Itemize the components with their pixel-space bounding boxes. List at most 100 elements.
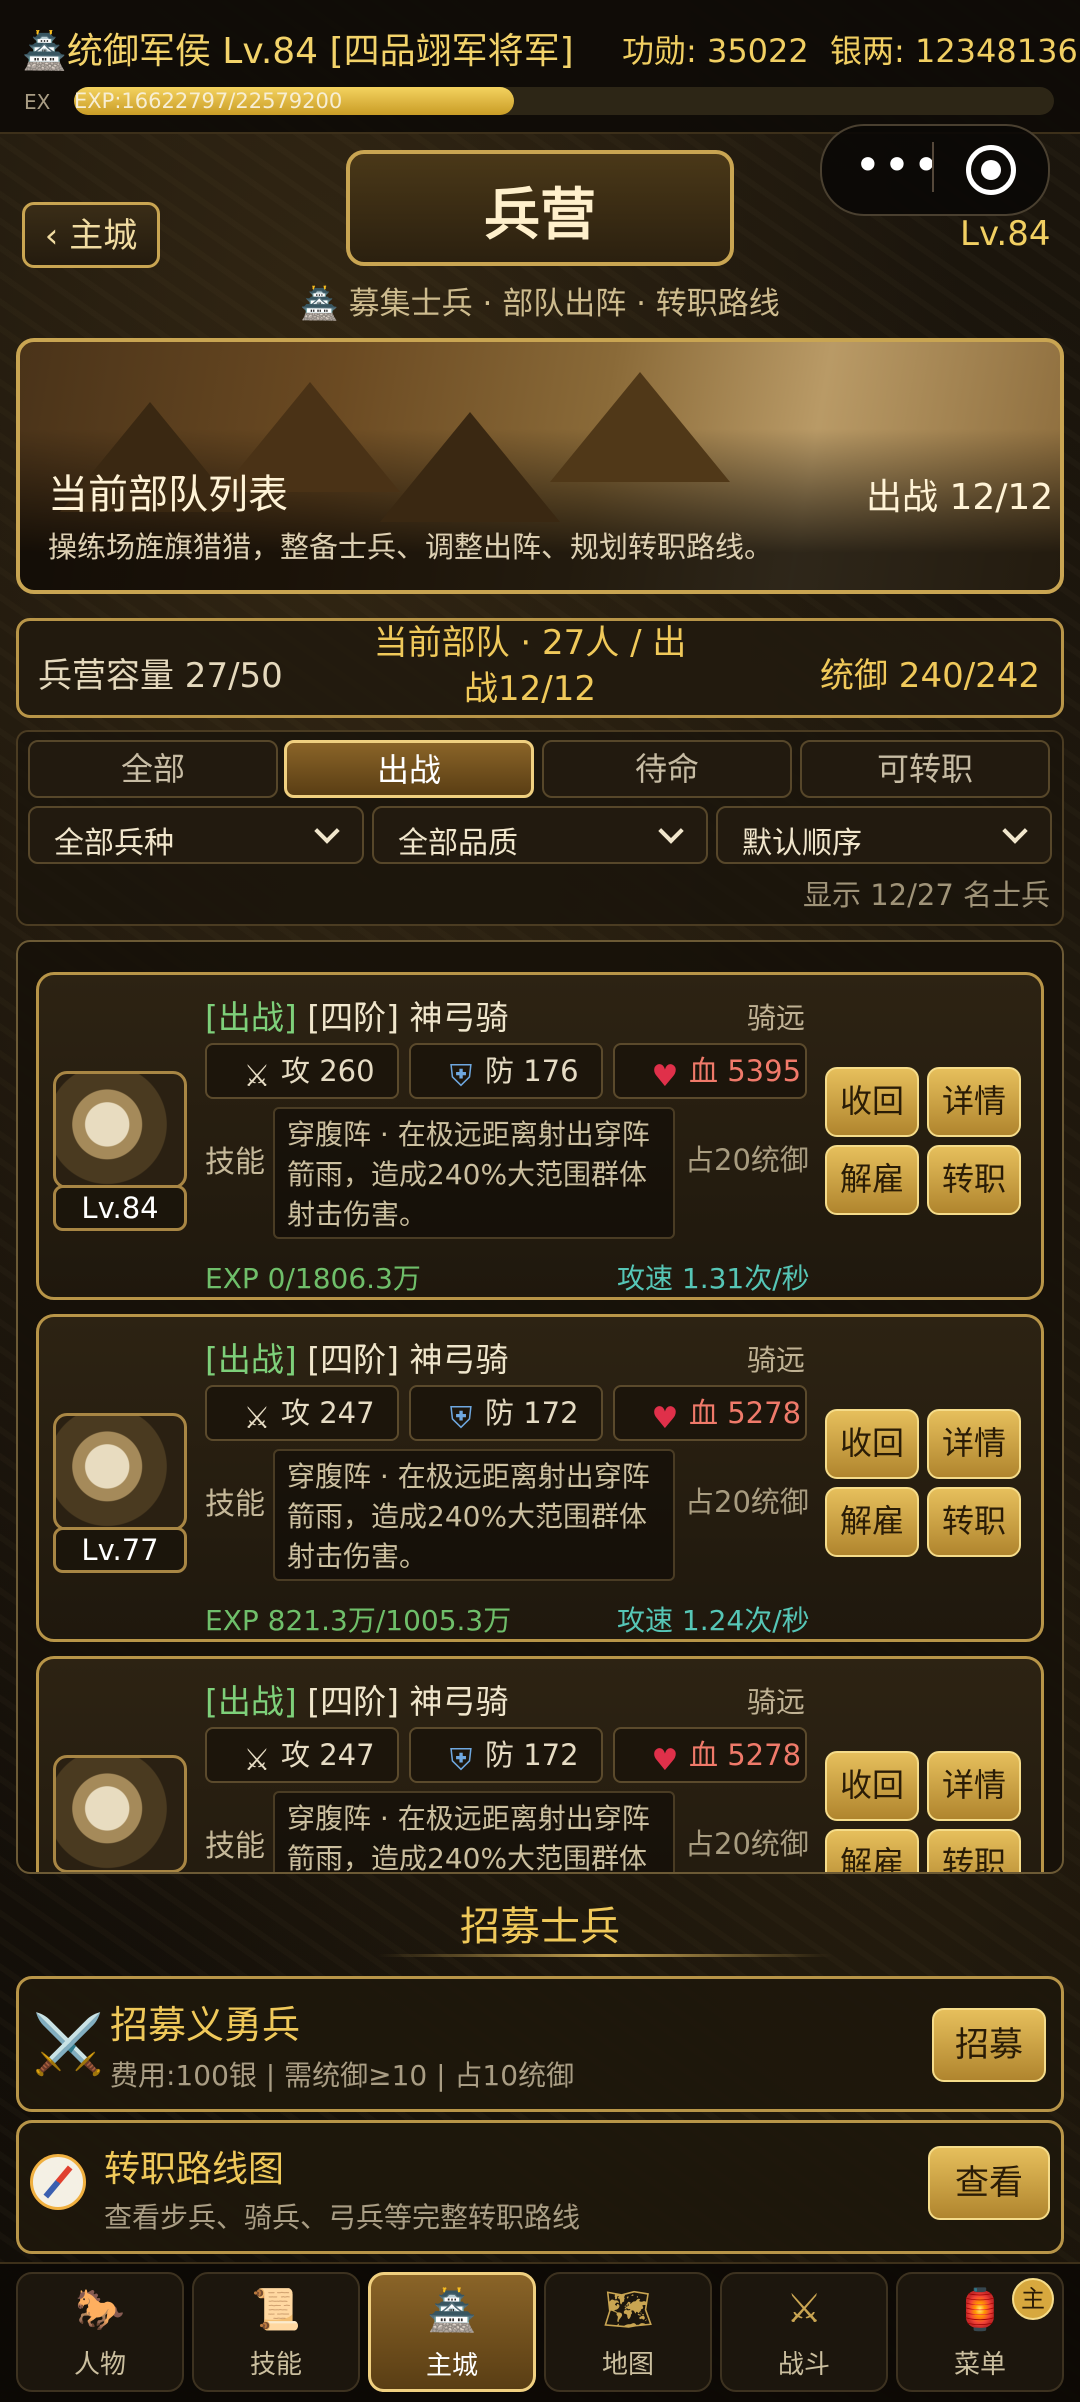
command-cost: 占20统御	[685, 1827, 809, 1861]
hp-stat: ♥ 血 5278	[613, 1727, 807, 1783]
view-path-button[interactable]: 查看	[928, 2146, 1050, 2220]
soldier-name-row: [出战] [四阶] 神弓骑	[205, 1333, 509, 1381]
soldier-card[interactable]: [出战] [四阶] 神弓骑 骑远 ⚔ 攻 247 ⛨ 防 172 ♥ 血 5278 技…	[36, 1656, 1044, 1872]
details-button[interactable]: 详情	[927, 1067, 1021, 1137]
defense-value: 防 172	[485, 1396, 579, 1430]
nav-label: 地图	[601, 2350, 654, 2380]
dismiss-button[interactable]: 解雇	[825, 1829, 919, 1872]
recall-button[interactable]: 收回	[825, 1067, 919, 1137]
attack-speed: 攻速 1.31次/秒	[617, 1262, 810, 1295]
shield-icon: ⛨	[449, 1059, 473, 1094]
promote-button[interactable]: 转职	[927, 1145, 1021, 1215]
tab-deployed[interactable]: 出战	[284, 740, 534, 798]
soldier-avatar	[53, 1755, 187, 1872]
back-to-main-city-button[interactable]: ‹ 主城	[22, 202, 160, 268]
attack-speed: 攻速 1.24次/秒	[617, 1604, 810, 1637]
page-title: 兵营	[484, 183, 596, 248]
current-team: 当前部队 · 27人 / 出战12/12	[373, 623, 687, 709]
soldier-class: 骑远	[747, 1001, 806, 1035]
heart-icon: ♥	[651, 1059, 679, 1094]
hp-value: 血 5395	[689, 1054, 802, 1088]
tab-standby[interactable]: 待命	[542, 740, 792, 798]
hp-value: 血 5278	[689, 1738, 802, 1772]
attack-value: 攻 260	[281, 1054, 375, 1088]
recall-button[interactable]: 收回	[825, 1409, 919, 1479]
command-value: 统御 240/242	[820, 656, 1041, 696]
attack-stat: ⚔ 攻 260	[205, 1043, 399, 1099]
crossed-swords-icon: ⚔️	[32, 2010, 105, 2078]
nav-label: 主城	[425, 2351, 478, 2381]
compass-icon	[30, 2154, 86, 2210]
barracks-capacity: 兵营容量 27/50	[38, 656, 283, 696]
tab-promotable[interactable]: 可转职	[800, 740, 1050, 798]
sort-select[interactable]: 默认顺序	[716, 806, 1052, 864]
attack-value: 攻 247	[281, 1738, 375, 1772]
soldier-status: [出战]	[205, 1340, 297, 1379]
player-title: 🏯统御军侯 Lv.84 [四品翊军将军]	[22, 31, 574, 72]
banner-description: 操练场旌旗猎猎，整备士兵、调整出阵、规划转职路线。	[48, 530, 774, 564]
skill-label: 技能	[205, 1145, 265, 1180]
recruit-section-title: 招募士兵	[460, 1904, 620, 1950]
nav-character[interactable]: 🐎 人物	[16, 2272, 184, 2392]
dismiss-button[interactable]: 解雇	[825, 1145, 919, 1215]
showing-count: 显示 12/27 名士兵	[802, 878, 1050, 912]
soldier-name: [四阶] 神弓骑	[307, 998, 509, 1037]
promote-button[interactable]: 转职	[927, 1487, 1021, 1557]
soldier-list[interactable]: Lv.84 [出战] [四阶] 神弓骑 骑远 ⚔ 攻 260 ⛨ 防 176 ♥ 血 …	[16, 940, 1064, 1874]
soldier-name-row: [出战] [四阶] 神弓骑	[205, 1675, 509, 1723]
subnav-caption: 🏯 募集士兵 · 部队出阵 · 转职路线	[300, 286, 780, 322]
player-level: Lv.84	[960, 214, 1051, 254]
soldier-card[interactable]: Lv.84 [出战] [四阶] 神弓骑 骑远 ⚔ 攻 260 ⛨ 防 176 ♥ 血 …	[36, 972, 1044, 1300]
tent-illustration	[550, 372, 730, 482]
skill-description: 穿腹阵 · 在极远距离射出穿阵箭雨，造成240%大范围群体射击伤害。	[273, 1449, 675, 1581]
attack-value: 攻 247	[281, 1396, 375, 1430]
map-icon: 🗺	[602, 2287, 654, 2333]
attack-stat: ⚔ 攻 247	[205, 1727, 399, 1783]
soldier-class: 骑远	[747, 1685, 806, 1719]
recruit-button[interactable]: 招募	[932, 2008, 1046, 2082]
close-target-icon[interactable]	[966, 145, 1016, 195]
hp-value: 血 5278	[689, 1396, 802, 1430]
soldier-exp: EXP 821.3万/1005.3万	[205, 1604, 512, 1637]
sort-label: 默认顺序	[742, 826, 862, 861]
shield-icon: ⛨	[449, 1743, 473, 1778]
soldier-avatar	[53, 1413, 187, 1531]
nav-label: 技能	[249, 2350, 302, 2380]
nav-label: 战斗	[777, 2350, 830, 2380]
ex-label: EX	[24, 90, 51, 114]
soldier-exp: EXP 0/1806.3万	[205, 1262, 421, 1295]
tab-all[interactable]: 全部	[28, 740, 278, 798]
recall-button[interactable]: 收回	[825, 1751, 919, 1821]
merit-value: 功勋: 35022	[622, 32, 809, 70]
chevron-down-icon	[314, 818, 340, 844]
shield-icon: ⛨	[449, 1401, 473, 1436]
horse-icon: 🐎	[75, 2287, 125, 2333]
skill-label: 技能	[205, 1829, 265, 1864]
attack-stat: ⚔ 攻 247	[205, 1385, 399, 1441]
details-button[interactable]: 详情	[927, 1409, 1021, 1479]
soldier-card[interactable]: Lv.77 [出战] [四阶] 神弓骑 骑远 ⚔ 攻 247 ⛨ 防 172 ♥ 血 …	[36, 1314, 1044, 1642]
tent-illustration	[380, 412, 560, 522]
promotion-path-title: 转职路线图	[104, 2149, 285, 2190]
castle-icon: 🏯	[427, 2288, 477, 2334]
recruit-cost: 费用:100银 | 需统御≥10 | 占10统御	[110, 2059, 575, 2092]
details-button[interactable]: 详情	[927, 1751, 1021, 1821]
swords-icon: ⚔	[786, 2286, 822, 2332]
dismiss-button[interactable]: 解雇	[825, 1487, 919, 1557]
banner-deploy-count: 出战 12/12	[866, 477, 1054, 518]
soldier-level: Lv.77	[53, 1527, 187, 1573]
nav-skills[interactable]: 📜 技能	[192, 2272, 360, 2392]
soldier-status: [出战]	[205, 998, 297, 1037]
promotion-path-desc: 查看步兵、骑兵、弓兵等完整转职路线	[104, 2201, 581, 2234]
troop-type-select[interactable]: 全部兵种	[28, 806, 364, 864]
promote-button[interactable]: 转职	[927, 1829, 1021, 1872]
skill-description: 穿腹阵 · 在极远距离射出穿阵箭雨，造成240%大范围群体射击伤害。	[273, 1107, 675, 1239]
swords-icon: ⚔	[243, 1743, 271, 1778]
nav-map[interactable]: 🗺 地图	[544, 2272, 712, 2392]
nav-main-city[interactable]: 🏯 主城	[368, 2272, 536, 2392]
capsule-divider	[932, 142, 934, 192]
soldier-name: [四阶] 神弓骑	[307, 1340, 509, 1379]
nav-battle[interactable]: ⚔ 战斗	[720, 2272, 888, 2392]
quality-select[interactable]: 全部品质	[372, 806, 708, 864]
soldier-status: [出战]	[205, 1682, 297, 1721]
